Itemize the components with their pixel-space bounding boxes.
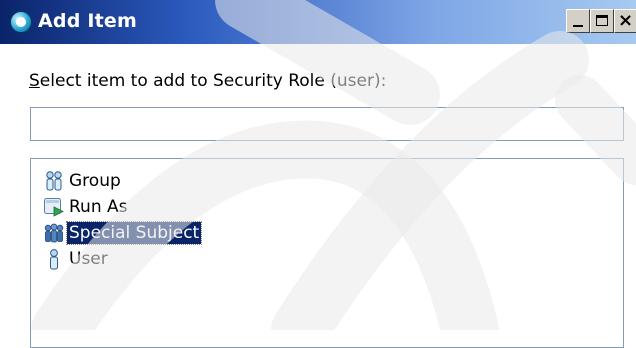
eclipse-circle-icon [10,11,32,33]
maximize-button[interactable] [590,9,614,33]
minimize-icon [573,25,583,27]
prompt-label: Select item to add to Security Role (use… [29,70,386,92]
window-title: Add Item [38,10,137,32]
run-as-icon [43,196,65,218]
prompt-accelerator: S [29,71,40,91]
title-bar[interactable]: Add Item × [0,0,636,44]
minimize-button[interactable] [566,9,590,33]
list-item-label: User [69,249,108,269]
list-item-run-as[interactable]: Run As [43,195,130,219]
item-list[interactable]: Group Run As Special Subject User [30,158,624,348]
close-button[interactable]: × [614,9,636,33]
group-icon [43,170,65,192]
list-item-special-subject[interactable]: Special Subject [43,221,203,245]
search-input[interactable] [30,107,624,141]
prompt-text: elect item to add to Security Role (user… [39,71,387,91]
list-item-group[interactable]: Group [43,169,123,193]
list-item-user[interactable]: User [43,247,110,271]
list-item-label: Group [69,171,121,191]
maximize-icon [596,15,608,26]
user-icon [43,248,65,270]
special-subject-icon [43,222,65,244]
close-icon: × [618,10,634,31]
list-item-label: Special Subject [65,221,203,245]
list-item-label: Run As [69,197,128,217]
